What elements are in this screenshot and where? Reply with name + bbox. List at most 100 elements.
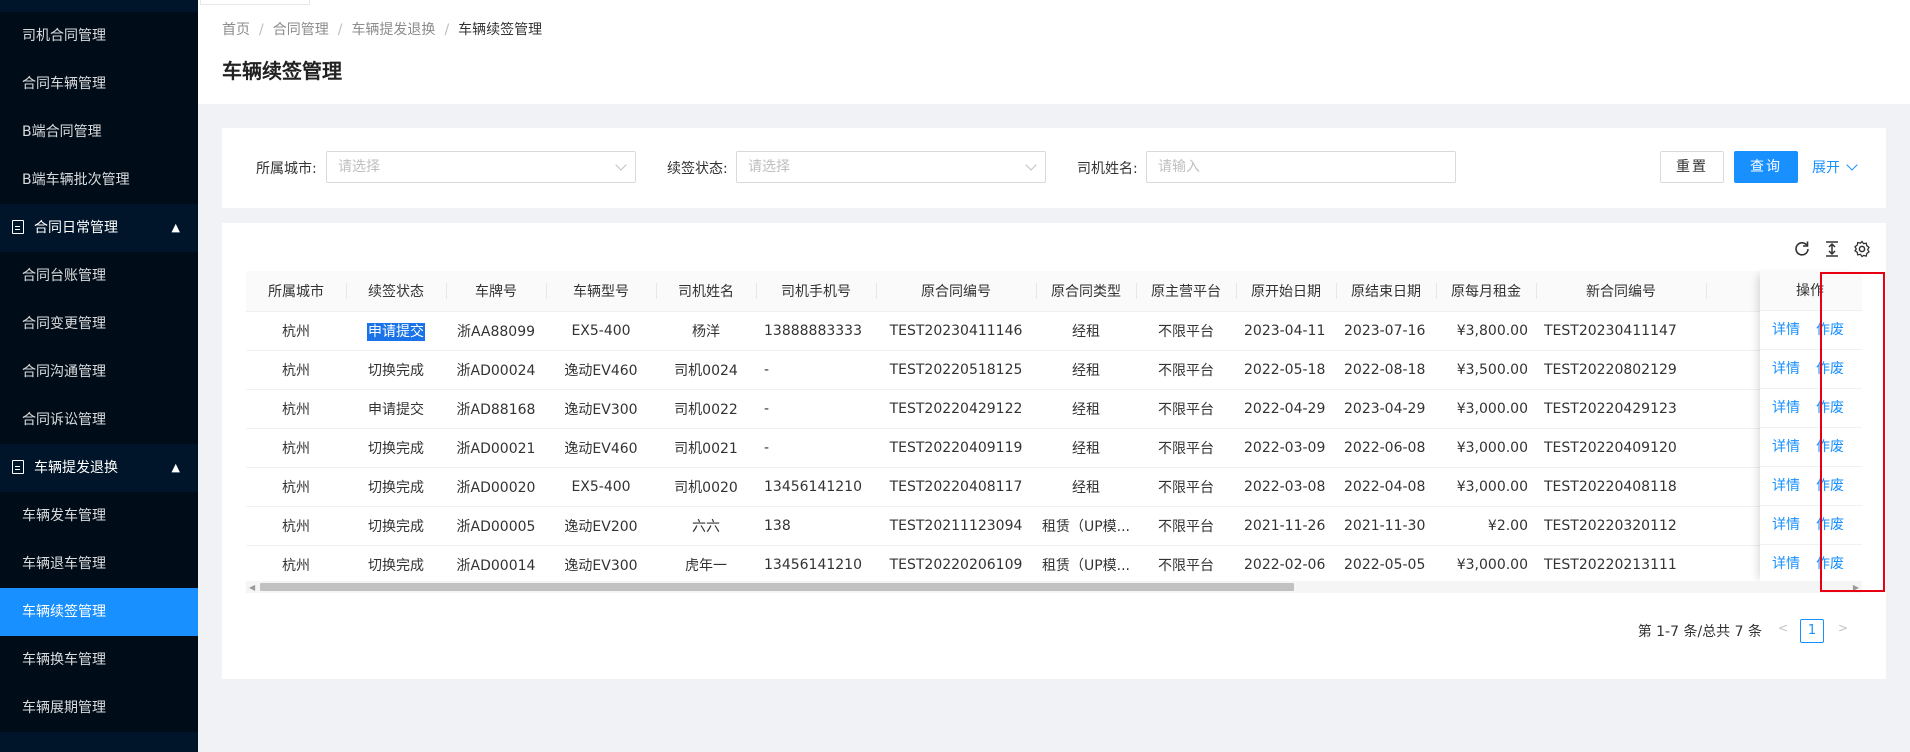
cell-text: 经租	[1072, 479, 1100, 496]
table-cell: 2022-05-05	[1336, 545, 1436, 583]
cell-text: TEST20220408117	[889, 478, 1023, 495]
chevron-down-icon	[615, 159, 627, 171]
table-cell: TEST20230411146	[876, 311, 1036, 351]
sidebar-item-label: 车辆续签管理	[22, 604, 106, 620]
cell-text: -	[764, 361, 770, 378]
filter-panel: 所属城市: 请选择 续签状态: 请选择 司机姓名: 请输入 重置 查询 展开	[222, 128, 1886, 208]
cell-text: 13456141210	[764, 556, 862, 573]
sidebar-item[interactable]: B端合同管理	[0, 108, 198, 156]
sidebar-item[interactable]: 合同变更管理	[0, 300, 198, 348]
table-cell: ¥3,000.00	[1436, 428, 1536, 468]
cell-text: ¥3,000.00	[1456, 478, 1528, 495]
sidebar-item-label: 车辆退车管理	[22, 556, 106, 572]
table-cell: 司机0024	[656, 350, 756, 390]
page-number[interactable]: 1	[1800, 619, 1824, 643]
file-icon	[12, 220, 24, 234]
table-cell: 2022-06-08	[1336, 428, 1436, 468]
cell-text: TEST20220408118	[1544, 478, 1677, 495]
cell-text: TEST20220206109	[889, 556, 1023, 573]
table-cell: TEST20220429123	[1536, 389, 1706, 429]
driver-label: 司机姓名:	[1077, 161, 1138, 177]
cell-text: 2021-11-26	[1244, 517, 1326, 534]
table-cell: 经租	[1036, 467, 1136, 507]
table-cell: TEST20220206109	[876, 545, 1036, 583]
sidebar-item[interactable]: 车辆换车管理	[0, 636, 198, 684]
cell-text: 不限平台	[1158, 518, 1214, 535]
cell-text: 经租	[1072, 440, 1100, 457]
sidebar-group[interactable]: 合同日常管理 ▲	[0, 204, 198, 252]
reload-icon[interactable]	[1792, 239, 1812, 259]
sidebar-group[interactable]: 车辆提发退换 ▲	[0, 444, 198, 492]
cell-text: 2023-04-29	[1344, 400, 1426, 417]
table-cell: 逸动EV300	[546, 545, 656, 583]
table-cell: ¥3,500.00	[1436, 350, 1536, 390]
cell-text: ¥3,000.00	[1456, 439, 1528, 456]
table-row: 杭州 申请提交 浙AD88168 逸动EV300 司机0022 - TEST20220429…	[246, 389, 1862, 429]
scroll-left-arrow-icon[interactable]: ◀	[249, 583, 255, 592]
sidebar-item[interactable]: 车辆退车管理	[0, 540, 198, 588]
prev-page-icon[interactable]: <	[1778, 621, 1788, 635]
horizontal-scrollbar[interactable]: ◀ ▶	[246, 581, 1862, 593]
detail-link[interactable]: 详情	[1772, 478, 1800, 494]
sidebar-item[interactable]: 车辆续签管理	[0, 588, 198, 636]
column-height-icon[interactable]	[1822, 239, 1842, 259]
breadcrumb-vehicle[interactable]: 车辆提发退换	[351, 22, 435, 38]
next-page-icon[interactable]: >	[1838, 621, 1848, 635]
detail-link[interactable]: 详情	[1772, 361, 1800, 377]
chevron-up-icon: ▲	[171, 221, 180, 234]
sidebar-item-label: 司机合同管理	[22, 28, 106, 44]
status-label: 续签状态:	[667, 161, 728, 177]
detail-link[interactable]: 详情	[1772, 439, 1800, 455]
table-cell: 13456141210	[756, 545, 876, 583]
cell-text: 2022-04-29	[1244, 400, 1326, 417]
detail-link[interactable]: 详情	[1772, 400, 1800, 416]
breadcrumb-contract[interactable]: 合同管理	[273, 22, 329, 38]
breadcrumb-home[interactable]: 首页	[222, 22, 250, 38]
table-cell: ¥2.00	[1436, 506, 1536, 546]
cell-text: 杭州	[282, 362, 310, 379]
column-header: 车牌号	[446, 271, 546, 312]
data-table: 所属城市 续签状态 车牌号 车辆型号 司机姓名 司机手机号 原合同编号 原合同类型 原主营平台原…	[246, 271, 1862, 583]
table-cell: 逸动EV460	[546, 350, 656, 390]
sidebar-item[interactable]: 合同台账管理	[0, 252, 198, 300]
sidebar-item[interactable]: 车辆发车管理	[0, 492, 198, 540]
sidebar-item[interactable]: 合同车辆管理	[0, 60, 198, 108]
sidebar-item[interactable]: 司机合同管理	[0, 12, 198, 60]
setting-icon[interactable]	[1852, 239, 1872, 259]
cell-text: TEST20220320112	[1544, 517, 1677, 534]
sidebar-item[interactable]: 车辆展期管理	[0, 684, 198, 732]
table-cell: 切换完成	[346, 506, 446, 546]
cell-text: TEST20230411146	[889, 322, 1023, 339]
sidebar-item[interactable]: 合同诉讼管理	[0, 396, 198, 444]
driver-name-input[interactable]: 请输入	[1146, 151, 1456, 183]
breadcrumb-separator: /	[444, 22, 450, 38]
cell-text: 2022-05-05	[1344, 556, 1426, 573]
status-select[interactable]: 请选择	[736, 151, 1046, 183]
sidebar-item[interactable]: B端车辆批次管理	[0, 156, 198, 204]
query-button[interactable]: 查询	[1734, 151, 1798, 183]
detail-link[interactable]: 详情	[1772, 322, 1800, 338]
reset-button[interactable]: 重置	[1660, 151, 1724, 183]
expand-toggle[interactable]: 展开	[1812, 157, 1858, 177]
detail-link[interactable]: 详情	[1772, 517, 1800, 533]
table-row: 杭州 切换完成 浙AD00005 逸动EV200 六六 138 TEST2021112309…	[246, 506, 1862, 546]
sidebar-item[interactable]: 合同沟通管理	[0, 348, 198, 396]
column-header: 新合同编号	[1536, 271, 1706, 312]
table-cell: TEST20220429122	[876, 389, 1036, 429]
table-cell: TEST20220802129	[1536, 350, 1706, 390]
table-cell: 杭州	[246, 506, 346, 546]
sidebar-item-label: 合同台账管理	[22, 268, 106, 284]
table-cell: 不限平台	[1136, 428, 1236, 468]
cell-text: ¥3,000.00	[1456, 400, 1528, 417]
table-cell: 2022-05-18	[1236, 350, 1336, 390]
scrollbar-thumb[interactable]	[260, 583, 1294, 591]
column-header: 原每月租金	[1436, 271, 1536, 312]
table-cell: 司机0020	[656, 467, 756, 507]
table-cell: 不限平台	[1136, 311, 1236, 351]
chevron-down-icon	[1025, 159, 1037, 171]
detail-link[interactable]: 详情	[1772, 556, 1800, 572]
city-select[interactable]: 请选择	[326, 151, 636, 183]
sidebar-item-label: 车辆换车管理	[22, 652, 106, 668]
table-cell: TEST20230411147	[1536, 311, 1706, 351]
table-cell: 杭州	[246, 311, 346, 351]
